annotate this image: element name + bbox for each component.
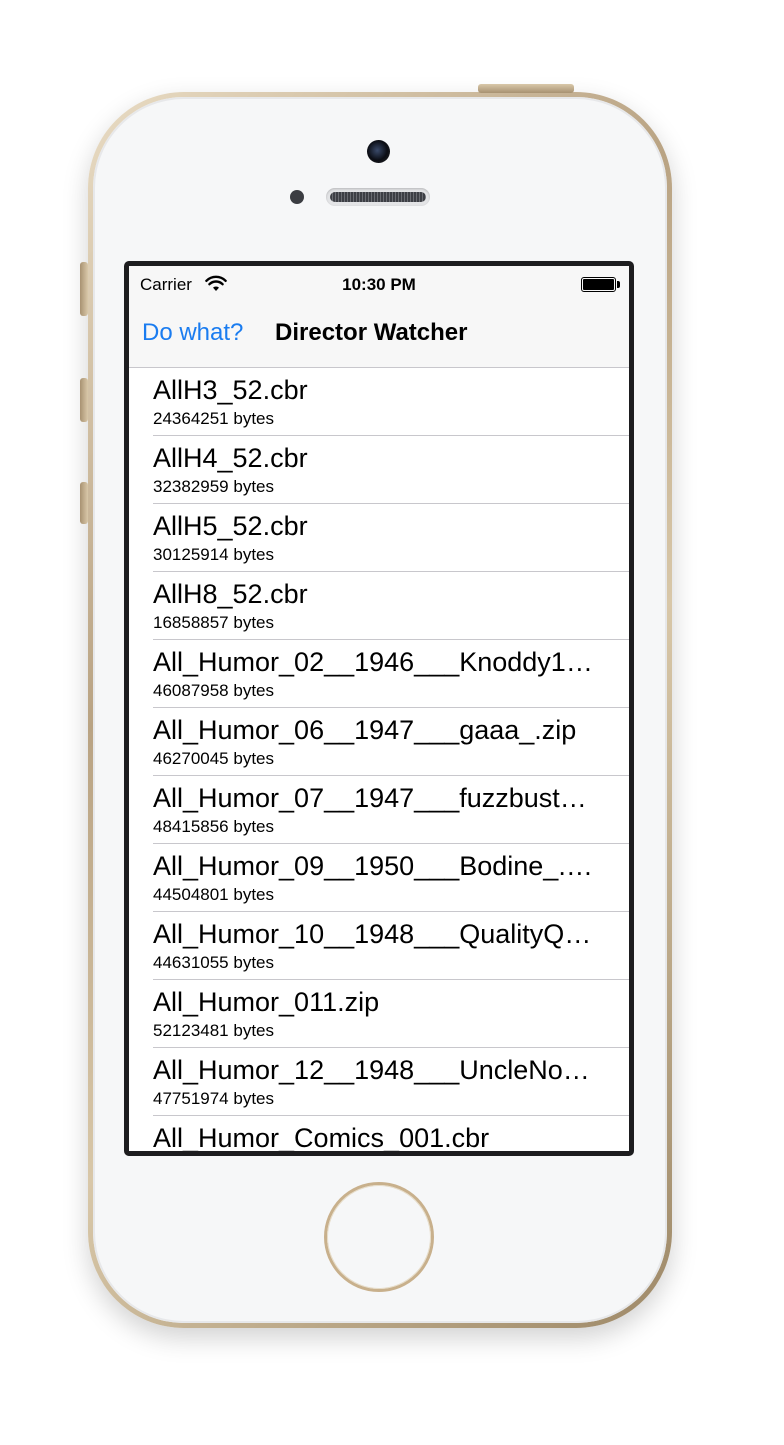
list-item[interactable]: AllH4_52.cbr 32382959 bytes bbox=[129, 436, 629, 504]
proximity-sensor bbox=[290, 190, 304, 204]
list-item[interactable]: All_Humor_07__1947___fuzzbust… 48415856 … bbox=[129, 776, 629, 844]
battery-icon bbox=[581, 277, 616, 292]
list-item[interactable]: All_Humor_02__1946___Knoddy1… 46087958 b… bbox=[129, 640, 629, 708]
power-button bbox=[478, 84, 574, 93]
file-size: 30125914 bytes bbox=[153, 545, 274, 564]
volume-down-button bbox=[80, 482, 88, 524]
file-size: 48415856 bytes bbox=[153, 817, 274, 836]
file-size: 24364251 bytes bbox=[153, 409, 274, 428]
list-item[interactable]: AllH3_52.cbr 24364251 bytes bbox=[129, 368, 629, 436]
list-item[interactable]: All_Humor_Comics_001.cbr bbox=[129, 1116, 629, 1151]
file-size: 47751974 bytes bbox=[153, 1089, 274, 1108]
battery-tip bbox=[617, 281, 620, 288]
file-size: 46087958 bytes bbox=[153, 681, 274, 700]
file-name: All_Humor_06__1947___gaaa_.zip bbox=[153, 715, 577, 745]
navigation-bar: Carrier 10:30 PM Do what? Director Watch… bbox=[129, 266, 629, 368]
volume-up-button bbox=[80, 378, 88, 422]
file-name: AllH5_52.cbr bbox=[153, 511, 308, 541]
page-title: Director Watcher bbox=[275, 319, 468, 346]
clock: 10:30 PM bbox=[342, 275, 416, 294]
file-size: 46270045 bytes bbox=[153, 749, 274, 768]
file-name: All_Humor_07__1947___fuzzbust… bbox=[153, 783, 587, 813]
file-name: AllH8_52.cbr bbox=[153, 579, 308, 609]
status-bar: Carrier 10:30 PM bbox=[129, 266, 629, 306]
mute-switch bbox=[80, 262, 88, 316]
file-name: All_Humor_12__1948___UncleNo… bbox=[153, 1055, 590, 1085]
file-name: All_Humor_02__1946___Knoddy1… bbox=[153, 647, 593, 677]
list-item[interactable]: AllH8_52.cbr 16858857 bytes bbox=[129, 572, 629, 640]
earpiece-speaker bbox=[326, 188, 430, 206]
file-size: 32382959 bytes bbox=[153, 477, 274, 496]
file-name: All_Humor_10__1948___QualityQ… bbox=[153, 919, 592, 949]
list-item[interactable]: AllH5_52.cbr 30125914 bytes bbox=[129, 504, 629, 572]
list-item[interactable]: All_Humor_12__1948___UncleNo… 47751974 b… bbox=[129, 1048, 629, 1116]
front-camera bbox=[367, 140, 390, 163]
list-item[interactable]: All_Humor_09__1950___Bodine_.… 44504801 … bbox=[129, 844, 629, 912]
list-item[interactable]: All_Humor_011.zip 52123481 bytes bbox=[129, 980, 629, 1048]
list-item[interactable]: All_Humor_10__1948___QualityQ… 44631055 … bbox=[129, 912, 629, 980]
file-size: 16858857 bytes bbox=[153, 613, 274, 632]
file-size: 52123481 bytes bbox=[153, 1021, 274, 1040]
file-name: All_Humor_011.zip bbox=[153, 987, 380, 1017]
file-name: AllH4_52.cbr bbox=[153, 443, 308, 473]
screen: Carrier 10:30 PM Do what? Director Watch… bbox=[124, 261, 634, 1156]
file-name: AllH3_52.cbr bbox=[153, 375, 308, 405]
app-display: Carrier 10:30 PM Do what? Director Watch… bbox=[129, 266, 629, 1151]
list-item[interactable]: All_Humor_06__1947___gaaa_.zip 46270045 … bbox=[129, 708, 629, 776]
file-list: AllH3_52.cbr 24364251 bytes AllH4_52.cbr… bbox=[129, 368, 629, 1151]
file-size: 44631055 bytes bbox=[153, 953, 274, 972]
file-name: All_Humor_09__1950___Bodine_.… bbox=[153, 851, 593, 881]
file-name: All_Humor_Comics_001.cbr bbox=[153, 1123, 490, 1151]
home-button[interactable] bbox=[327, 1185, 431, 1289]
file-size: 44504801 bytes bbox=[153, 885, 274, 904]
back-button[interactable]: Do what? bbox=[142, 319, 243, 347]
